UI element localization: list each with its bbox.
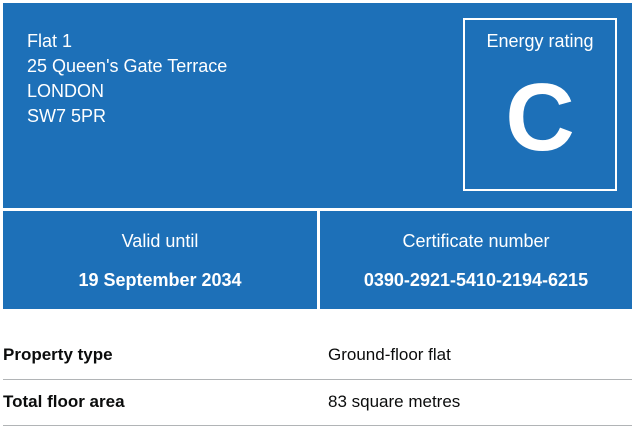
certificate-header-panel: Flat 1 25 Queen's Gate Terrace LONDON SW… [3, 3, 632, 208]
address-postcode: SW7 5PR [27, 106, 107, 126]
certificate-number-box: Certificate number 0390-2921-5410-2194-6… [320, 211, 632, 309]
summary-row-property-type: Property type Ground-floor flat [3, 334, 632, 380]
energy-rating-box: Energy rating C [463, 18, 617, 191]
property-address: Flat 1 25 Queen's Gate Terrace LONDON SW… [27, 29, 227, 129]
summary-key: Property type [3, 345, 113, 364]
valid-until-box: Valid until 19 September 2034 [3, 211, 317, 309]
property-summary-list: Property type Ground-floor flat Total fl… [3, 334, 632, 426]
certificate-number-value: 0390-2921-5410-2194-6215 [363, 270, 589, 290]
energy-rating-letter: C [505, 64, 575, 171]
epc-certificate-page: Flat 1 25 Queen's Gate Terrace LONDON SW… [0, 0, 635, 432]
valid-until-label: Valid until [121, 231, 199, 251]
energy-rating-label: Energy rating [486, 31, 594, 51]
address-line-1: Flat 1 [27, 31, 73, 51]
summary-key: Total floor area [3, 392, 125, 411]
summary-row-floor-area: Total floor area 83 square metres [3, 380, 632, 426]
summary-value: Ground-floor flat [328, 345, 451, 364]
valid-until-value: 19 September 2034 [78, 270, 242, 290]
certificate-number-label: Certificate number [402, 231, 550, 251]
address-line-2: 25 Queen's Gate Terrace [27, 56, 228, 76]
address-line-3: LONDON [27, 81, 105, 101]
summary-value: 83 square metres [328, 392, 461, 411]
